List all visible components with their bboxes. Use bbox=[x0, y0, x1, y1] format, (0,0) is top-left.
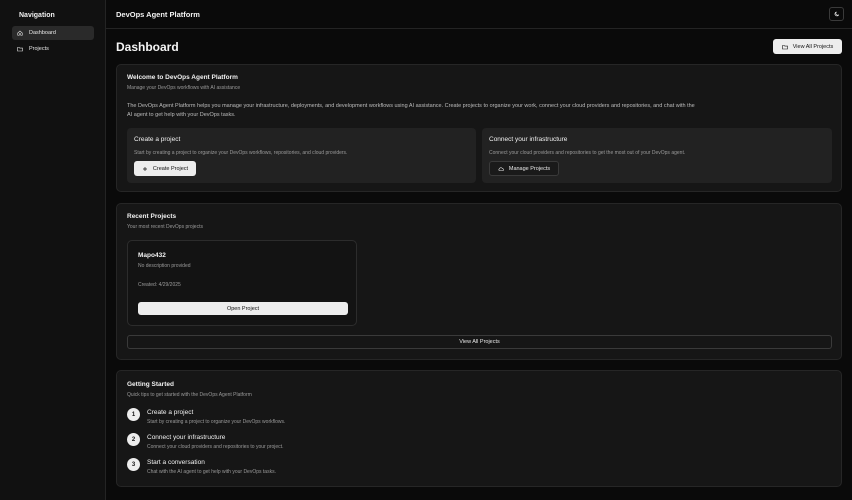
create-project-button[interactable]: Create Project bbox=[134, 161, 196, 176]
sidebar-item-projects[interactable]: Projects bbox=[12, 42, 94, 56]
welcome-subtitle: Manage your DevOps workflows with AI ass… bbox=[127, 85, 241, 91]
view-all-projects-footer-button[interactable]: View All Projects bbox=[127, 335, 832, 349]
moon-icon bbox=[834, 11, 839, 17]
manage-projects-button[interactable]: Manage Projects bbox=[489, 161, 559, 176]
project-card[interactable]: Mapo432 No description provided Created:… bbox=[127, 240, 357, 326]
step-title: Create a project bbox=[147, 409, 194, 416]
theme-toggle-button[interactable] bbox=[829, 7, 844, 21]
home-icon bbox=[17, 30, 23, 36]
view-all-projects-button[interactable]: View All Projects bbox=[773, 39, 842, 54]
page-title: Dashboard bbox=[116, 40, 179, 54]
app-title: DevOps Agent Platform bbox=[116, 10, 200, 19]
sidebar-item-label: Dashboard bbox=[29, 30, 56, 36]
cloud-icon bbox=[498, 166, 504, 171]
folder-open-icon bbox=[781, 44, 788, 49]
getting-started-title: Getting Started bbox=[127, 381, 174, 388]
open-project-button[interactable]: Open Project bbox=[138, 302, 348, 315]
project-created-date: Created: 4/29/2025 bbox=[138, 282, 181, 288]
step-text: Connect your cloud providers and reposit… bbox=[147, 444, 284, 450]
project-description: No description provided bbox=[138, 263, 191, 269]
connect-infrastructure-panel: Connect your infrastructure Connect your… bbox=[482, 128, 832, 183]
step-title: Start a conversation bbox=[147, 459, 205, 466]
step-number: 1 bbox=[127, 408, 140, 421]
step-text: Start by creating a project to organize … bbox=[147, 419, 286, 425]
getting-started-card: Getting Started Quick tips to get starte… bbox=[116, 370, 842, 487]
create-project-title: Create a project bbox=[134, 136, 181, 143]
step-number: 3 bbox=[127, 458, 140, 471]
step-title: Connect your infrastructure bbox=[147, 434, 226, 441]
folder-icon bbox=[17, 47, 23, 52]
create-project-text: Start by creating a project to organize … bbox=[134, 150, 348, 156]
welcome-description-line-2: AI agent to get help with your DevOps ta… bbox=[127, 112, 236, 118]
step-text: Chat with the AI agent to get help with … bbox=[147, 469, 276, 475]
recent-projects-subtitle: Your most recent DevOps projects bbox=[127, 224, 203, 230]
create-project-panel: Create a project Start by creating a pro… bbox=[127, 128, 476, 183]
sidebar-title: Navigation bbox=[19, 12, 55, 19]
recent-projects-card: Recent Projects Your most recent DevOps … bbox=[116, 203, 842, 360]
connect-infrastructure-title: Connect your infrastructure bbox=[489, 136, 568, 143]
sidebar-item-dashboard[interactable]: Dashboard bbox=[12, 26, 94, 40]
getting-started-subtitle: Quick tips to get started with the DevOp… bbox=[127, 392, 252, 398]
sidebar: Navigation Dashboard Projects bbox=[0, 0, 106, 500]
welcome-card: Welcome to DevOps Agent Platform Manage … bbox=[116, 64, 842, 192]
recent-projects-title: Recent Projects bbox=[127, 213, 177, 220]
project-name: Mapo432 bbox=[138, 252, 166, 259]
connect-infrastructure-text: Connect your cloud providers and reposit… bbox=[489, 150, 686, 156]
plus-icon bbox=[142, 166, 147, 171]
step-number: 2 bbox=[127, 433, 140, 446]
welcome-description-line-1: The DevOps Agent Platform helps you mana… bbox=[127, 103, 695, 109]
top-bar: DevOps Agent Platform bbox=[106, 0, 852, 29]
sidebar-item-label: Projects bbox=[29, 46, 49, 52]
welcome-title: Welcome to DevOps Agent Platform bbox=[127, 74, 238, 81]
